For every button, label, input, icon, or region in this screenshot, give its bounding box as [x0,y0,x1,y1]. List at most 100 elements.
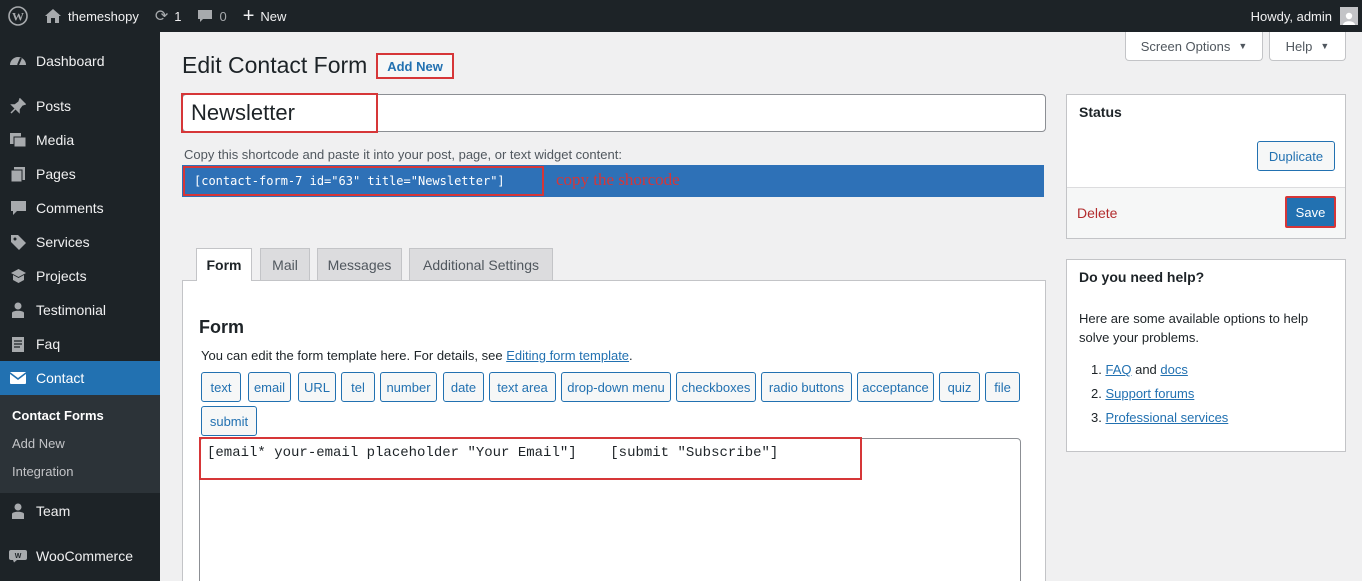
professional-services-link[interactable]: Professional services [1105,410,1228,425]
delete-link[interactable]: Delete [1077,205,1117,221]
tag-button-text[interactable]: text [201,372,241,402]
user-icon [0,503,36,520]
comment-icon [197,9,213,24]
tag-button-checkboxes[interactable]: checkboxes [676,372,756,402]
menu-label: Contact [36,370,85,386]
tab-messages[interactable]: Messages [317,248,402,280]
home-icon [44,8,62,24]
menu-label: Services [36,234,90,250]
woo-icon: W [0,549,36,563]
menu-label: Pages [36,166,76,182]
comments-link[interactable]: 0 [189,0,234,32]
menu-contact[interactable]: Contact [0,361,160,395]
menu-label: Comments [36,200,104,216]
tag-icon [0,234,36,251]
new-content-link[interactable]: + New [235,0,295,32]
tag-button-textarea[interactable]: text area [489,372,556,402]
submenu-contact-forms[interactable]: Contact Forms [12,408,104,423]
help-item-faq: 1. FAQ and docs [1091,362,1188,377]
tag-button-date[interactable]: date [443,372,484,402]
screen-options-label: Screen Options [1140,38,1231,54]
list-number: 1. [1091,362,1102,377]
help-button[interactable]: Help ▼ [1269,32,1346,61]
wordpress-icon: W [8,6,28,26]
menu-label: WooCommerce [36,548,133,564]
tag-button-submit[interactable]: submit [201,406,257,436]
menu-woocommerce[interactable]: W WooCommerce [0,539,160,573]
status-box-title: Status [1079,104,1122,120]
submenu-add-new[interactable]: Add New [12,436,65,451]
document-icon [0,336,36,353]
new-label: New [260,8,287,24]
update-icon: ⟳ [154,8,169,25]
menu-media[interactable]: Media [0,123,160,157]
email-icon [0,371,36,385]
howdy-text: Howdy, admin [1250,8,1332,24]
caret-down-icon: ▼ [1238,41,1248,51]
editing-form-template-link[interactable]: Editing form template [506,348,629,363]
portfolio-icon [0,268,36,285]
avatar [1340,7,1358,25]
shortcode-hint: Copy this shortcode and paste it into yo… [184,147,622,162]
site-name-link[interactable]: themeshopy [36,0,147,32]
tag-button-file[interactable]: file [985,372,1020,402]
menu-label: Projects [36,268,87,284]
desc-suffix: . [629,348,633,363]
tag-button-email[interactable]: email [248,372,291,402]
faq-link[interactable]: FAQ [1105,362,1131,377]
menu-team[interactable]: Team [0,494,160,528]
form-template-code: [email* your-email placeholder "Your Ema… [207,445,779,461]
menu-posts[interactable]: Posts [0,89,160,123]
support-forums-link[interactable]: Support forums [1105,386,1194,401]
menu-label: Dashboard [36,53,105,69]
menu-services[interactable]: Services [0,225,160,259]
media-icon [0,132,36,148]
menu-testimonial[interactable]: Testimonial [0,293,160,327]
shortcode-text[interactable]: [contact-form-7 id="63" title="Newslette… [183,166,544,196]
tab-mail[interactable]: Mail [260,248,310,280]
admin-sidebar: Dashboard Posts Media Pages Comments Ser… [0,32,160,581]
pin-icon [0,98,36,114]
wp-logo-button[interactable]: W [0,0,36,32]
desc-text: You can edit the form template here. For… [201,348,507,363]
comments-count: 0 [219,8,227,24]
tag-button-acceptance[interactable]: acceptance [857,372,934,402]
svg-text:W: W [15,553,22,560]
help-box-title: Do you need help? [1079,269,1205,285]
tag-button-dropdown[interactable]: drop-down menu [561,372,671,402]
help-item-support: 2. Support forums [1091,386,1194,401]
tab-additional-settings[interactable]: Additional Settings [409,248,553,280]
dashboard-icon [0,52,36,70]
docs-link[interactable]: docs [1160,362,1187,377]
updates-link[interactable]: ⟳ 1 [147,0,190,32]
menu-label: Testimonial [36,302,107,318]
tab-form[interactable]: Form [196,248,252,281]
form-title-input[interactable]: Newsletter [182,94,1046,132]
contact-submenu: Contact Forms Add New Integration [0,395,160,493]
save-button[interactable]: Save [1285,196,1336,228]
and-text: and [1131,362,1161,377]
site-name: themeshopy [68,8,139,24]
menu-projects[interactable]: Projects [0,259,160,293]
admin-bar: W themeshopy ⟳ 1 0 + New Howdy, admin [0,0,1362,32]
tag-button-radio[interactable]: radio buttons [761,372,852,402]
help-box-text: Here are some available options to help … [1079,311,1309,345]
duplicate-button[interactable]: Duplicate [1257,141,1335,171]
add-new-button[interactable]: Add New [376,53,454,79]
my-account[interactable]: Howdy, admin [1251,7,1362,25]
menu-pages[interactable]: Pages [0,157,160,191]
list-number: 3. [1091,410,1102,425]
pages-icon [0,166,36,183]
menu-faq[interactable]: Faq [0,327,160,361]
screen-options-button[interactable]: Screen Options ▼ [1125,32,1263,61]
comment-icon [0,200,36,216]
menu-comments[interactable]: Comments [0,191,160,225]
plus-icon: + [242,4,255,27]
submenu-integration[interactable]: Integration [12,464,73,479]
menu-dashboard[interactable]: Dashboard [0,44,160,78]
tag-button-tel[interactable]: tel [341,372,375,402]
form-panel-description: You can edit the form template here. For… [201,348,633,363]
tag-button-url[interactable]: URL [298,372,336,402]
tag-button-quiz[interactable]: quiz [939,372,980,402]
tag-button-number[interactable]: number [380,372,437,402]
